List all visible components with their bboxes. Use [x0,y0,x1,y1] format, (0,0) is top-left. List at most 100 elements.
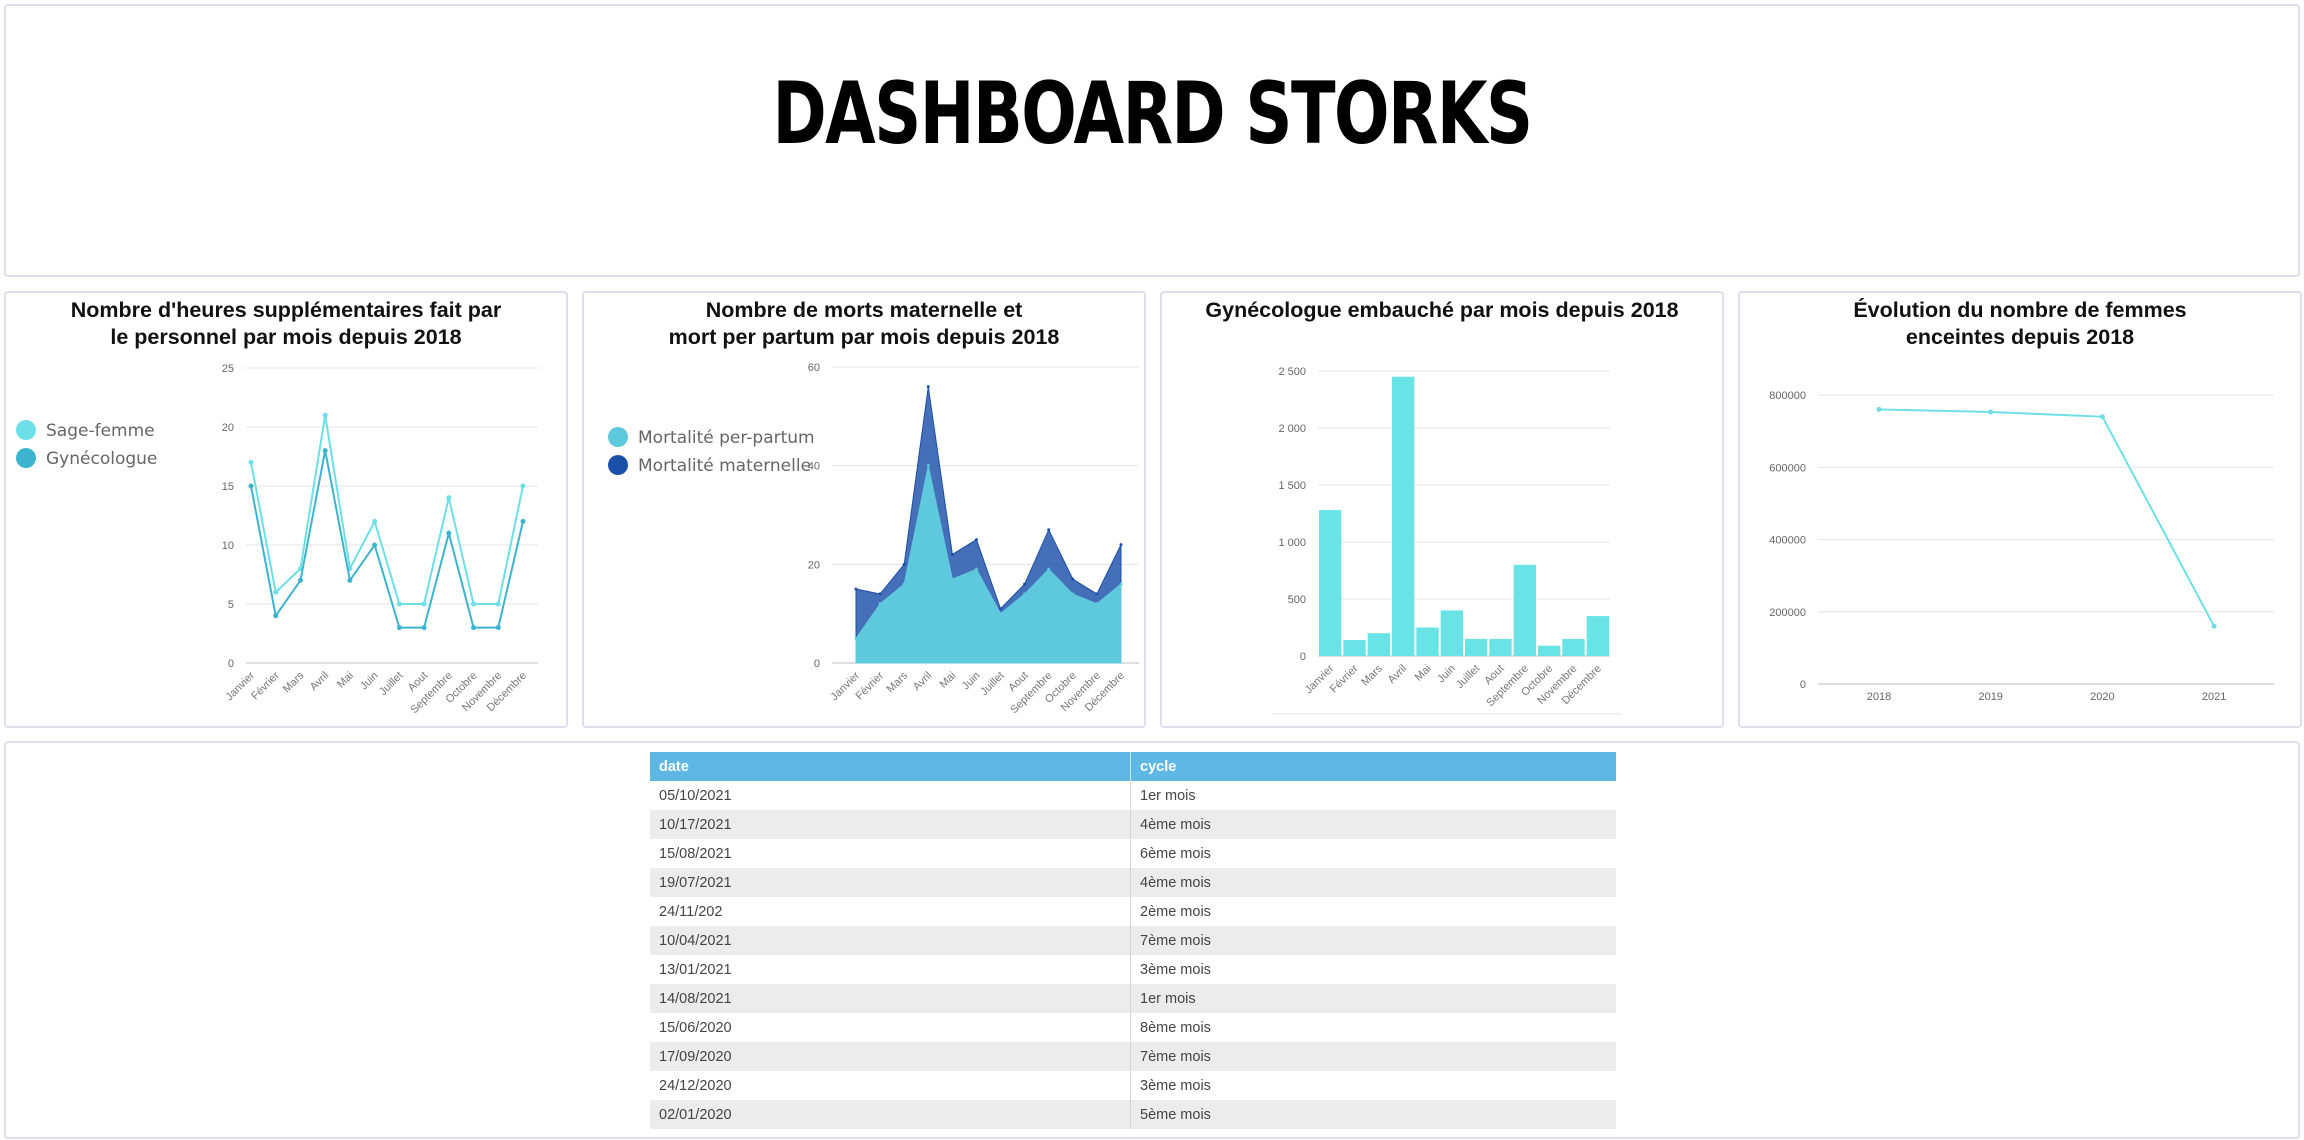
data-point [2099,414,2105,420]
data-point [396,625,402,631]
cell-cycle: 3ème mois [1140,961,1211,978]
y-tick-label: 15 [222,481,234,493]
x-tick-label: Avril [1386,663,1409,686]
data-point [347,577,353,583]
bar [1367,633,1390,656]
table-row[interactable]: 13/01/2021 3ème mois [650,955,1616,984]
bar [1562,638,1585,656]
data-point [421,625,427,631]
chart-panel-overtime: 0 5 10 15 20 25 Janvier Février Mars Avril Mai Juin… [4,291,568,728]
y-tick-label: 200000 [1769,607,1806,619]
data-point [1071,592,1075,596]
x-tick-label: Mai [937,670,958,691]
cell-cycle: 4ème mois [1130,810,1616,839]
data-point [273,589,279,595]
page-title: DASHBOARD STORKS [772,64,1533,164]
x-tick-label: 2018 [1867,691,1891,703]
legend-swatch [608,427,628,447]
cell-date: 10/04/2021 [650,926,1131,955]
cell-date: 14/08/2021 [650,984,1131,1013]
cell-cycle: 1er mois [1130,984,1616,1013]
table-row[interactable]: 10/17/2021 4ème mois [650,810,1616,839]
data-point [926,464,930,468]
cell-date: 24/11/202 [650,897,1131,926]
cell-cycle: 6ème mois [1140,845,1211,862]
legend-swatch [608,455,628,475]
chart-title-overtime: Nombre d'heures supplémentaires fait par… [70,298,502,349]
cycle-table: date cycle 05/10/2021 1er mois 10/17/2021 4… [650,752,1616,1129]
x-tick-label: Juillet [1454,663,1482,691]
data-point [372,518,378,524]
series-line [250,450,524,629]
x-tick-label: Mars [885,669,911,695]
data-point [999,607,1003,611]
data-point [2211,623,2217,629]
x-tick-label: Février [1328,662,1361,695]
table-row[interactable]: 24/12/2020 3ème mois [650,1071,1616,1100]
cell-cycle: 3ème mois [1140,1077,1211,1094]
pregnancy-line-chart: 0 200000 400000 600000 800000 2018 2019 2020 202… [1769,390,2274,703]
y-tick-label: 10 [222,540,234,552]
x-tick-label: Février [854,669,887,702]
x-tick-label: 2021 [2202,691,2226,703]
y-tick-label: 600000 [1769,462,1806,474]
chart-panel-gynecologists: 0 500 1 000 1 500 2 000 2 500 Janvier Février Ma… [1160,291,1724,728]
x-tick-label: Mai [335,670,356,691]
data-point [854,587,858,591]
x-tick-label: Mars [281,669,307,695]
cell-date: 02/01/2020 [650,1100,1131,1129]
table-row[interactable]: 17/09/2020 7ème mois [650,1042,1616,1071]
cell-cycle: 1er mois [1140,787,1196,804]
chart-title-gynecologists: Gynécologue embauché par mois depuis 201… [1205,298,1679,322]
table-panel: date cycle 05/10/2021 1er mois 10/17/2021 4… [4,741,2300,1139]
data-point [1095,602,1099,606]
table-row[interactable]: 10/04/2021 7ème mois [650,926,1616,955]
bar [1538,645,1561,656]
y-tick-label: 20 [808,559,820,571]
bar [1465,638,1488,656]
data-point [902,562,906,566]
x-tick-label: Mai [1413,663,1434,684]
cell-date: 17/09/2020 [650,1042,1131,1071]
column-header-cycle[interactable]: cycle [1130,752,1616,781]
data-point [471,601,477,607]
legend-label: Mortalité maternelle [638,456,811,476]
y-tick-label: 2 000 [1278,423,1306,435]
y-tick-label: 0 [1800,679,1806,691]
bar [1319,510,1342,656]
table-row[interactable]: 14/08/2021 1er mois [650,984,1616,1013]
data-point [273,613,279,619]
data-point [1988,409,1994,415]
chart-title-mortality: Nombre de morts maternelle et mort per p… [668,298,1060,349]
table-row[interactable]: 15/06/2020 8ème mois [650,1013,1616,1042]
x-tick-label: 2020 [2090,691,2114,703]
data-point [950,577,954,581]
x-tick-label: Avril [308,670,331,693]
bar [1513,564,1536,656]
data-point [950,552,954,556]
cell-date: 15/06/2020 [650,1013,1131,1042]
table-row[interactable]: 05/10/2021 1er mois [650,781,1616,810]
y-tick-label: 1 500 [1278,480,1306,492]
x-tick-label: Juillet [978,670,1006,698]
data-point [322,412,328,418]
cell-cycle: 2ème mois [1140,903,1211,920]
data-point [1047,528,1051,532]
table-row[interactable]: 19/07/2021 4ème mois [650,868,1616,897]
table-row[interactable]: 02/01/2020 5ème mois [650,1100,1616,1129]
legend-swatch [16,420,36,440]
table-row[interactable]: 15/08/2021 6ème mois [650,839,1616,868]
header-panel: DASHBOARD STORKS [4,4,2300,277]
y-tick-label: 20 [222,422,234,434]
data-point [1023,582,1027,586]
data-point [999,612,1003,616]
table-row[interactable]: 24/11/202 2ème mois [650,897,1616,926]
x-tick-label: Février [249,669,282,702]
data-point [248,483,254,489]
cell-cycle: 4ème mois [1130,868,1616,897]
y-tick-label: 0 [228,658,234,670]
y-tick-label: 5 [228,599,234,611]
data-point [471,625,477,631]
column-header-date[interactable]: date [650,752,1131,781]
data-point [297,577,303,583]
